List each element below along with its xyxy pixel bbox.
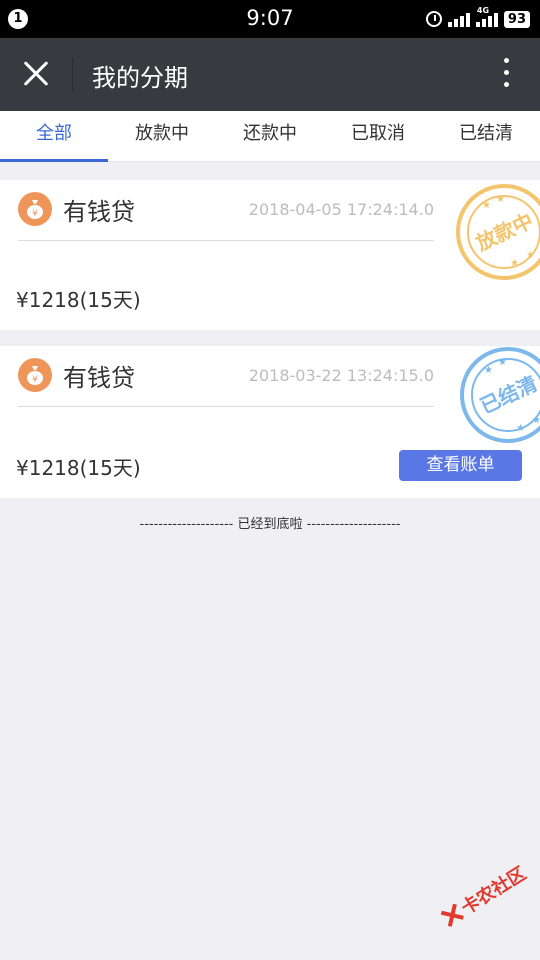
money-bag-icon: ¥ — [18, 358, 52, 392]
loan-time: 2018-04-05 17:24:14.0 — [248, 200, 434, 219]
status-bar: 1 9:07 4G 93 — [0, 0, 540, 38]
card-divider — [18, 240, 434, 241]
tab-all[interactable]: 全部 — [0, 111, 108, 162]
star-icon: ★ — [482, 200, 491, 211]
tab-repaying[interactable]: 还款中 — [216, 111, 324, 161]
tab-cancelled[interactable]: 已取消 — [324, 111, 432, 161]
star-icon: ★ — [510, 258, 519, 269]
loan-amount: ¥1218(15天) — [16, 456, 141, 480]
page-title: 我的分期 — [92, 64, 188, 92]
status-icons: 4G 93 — [425, 6, 530, 30]
loan-card[interactable]: ¥ 有钱贷 2018-03-22 13:24:15.0 ¥1218(15天) ★… — [0, 346, 540, 498]
card-divider — [18, 406, 434, 407]
view-bill-button[interactable]: 查看账单 — [399, 450, 522, 481]
signal-icon — [447, 11, 470, 27]
tab-bar: 全部 放款中 还款中 已取消 已结清 — [0, 111, 540, 162]
star-icon: ★ — [498, 357, 507, 368]
watermark: 卡农社区 — [437, 857, 540, 944]
star-icon: ★ — [532, 415, 540, 426]
signal-4g-icon: 4G — [475, 6, 498, 27]
loan-product-name: 有钱贷 — [63, 198, 135, 226]
svg-text:¥: ¥ — [32, 209, 38, 219]
battery-icon: 93 — [503, 10, 530, 28]
tab-disbursing[interactable]: 放款中 — [108, 111, 216, 161]
loan-card[interactable]: ¥ 有钱贷 2018-04-05 17:24:14.0 ¥1218(15天) ★… — [0, 180, 540, 330]
alarm-icon — [425, 11, 442, 27]
tab-settled[interactable]: 已结清 — [432, 111, 540, 161]
money-bag-icon: ¥ — [18, 192, 52, 226]
title-bar: 我的分期 — [0, 38, 540, 111]
star-icon: ★ — [516, 423, 525, 434]
loan-time: 2018-03-22 13:24:15.0 — [248, 366, 434, 385]
network-label: 4G — [476, 6, 490, 15]
more-vertical-icon[interactable] — [502, 58, 510, 90]
title-divider — [72, 58, 73, 92]
loan-amount: ¥1218(15天) — [16, 288, 141, 312]
close-icon[interactable] — [18, 56, 54, 92]
star-icon: ★ — [526, 250, 535, 261]
watermark-text: 卡农社区 — [457, 863, 530, 920]
star-icon: ★ — [484, 365, 493, 376]
end-of-list-note: -------------------- 已经到底啦 -------------… — [139, 517, 401, 532]
star-icon: ★ — [496, 194, 505, 205]
loan-product-name: 有钱贷 — [63, 364, 135, 392]
svg-text:¥: ¥ — [32, 375, 38, 385]
status-stamp: ★ ★ ★ ★ 放款中 — [456, 184, 540, 280]
status-stamp: ★ ★ ★ ★ 已结清 — [460, 347, 540, 443]
